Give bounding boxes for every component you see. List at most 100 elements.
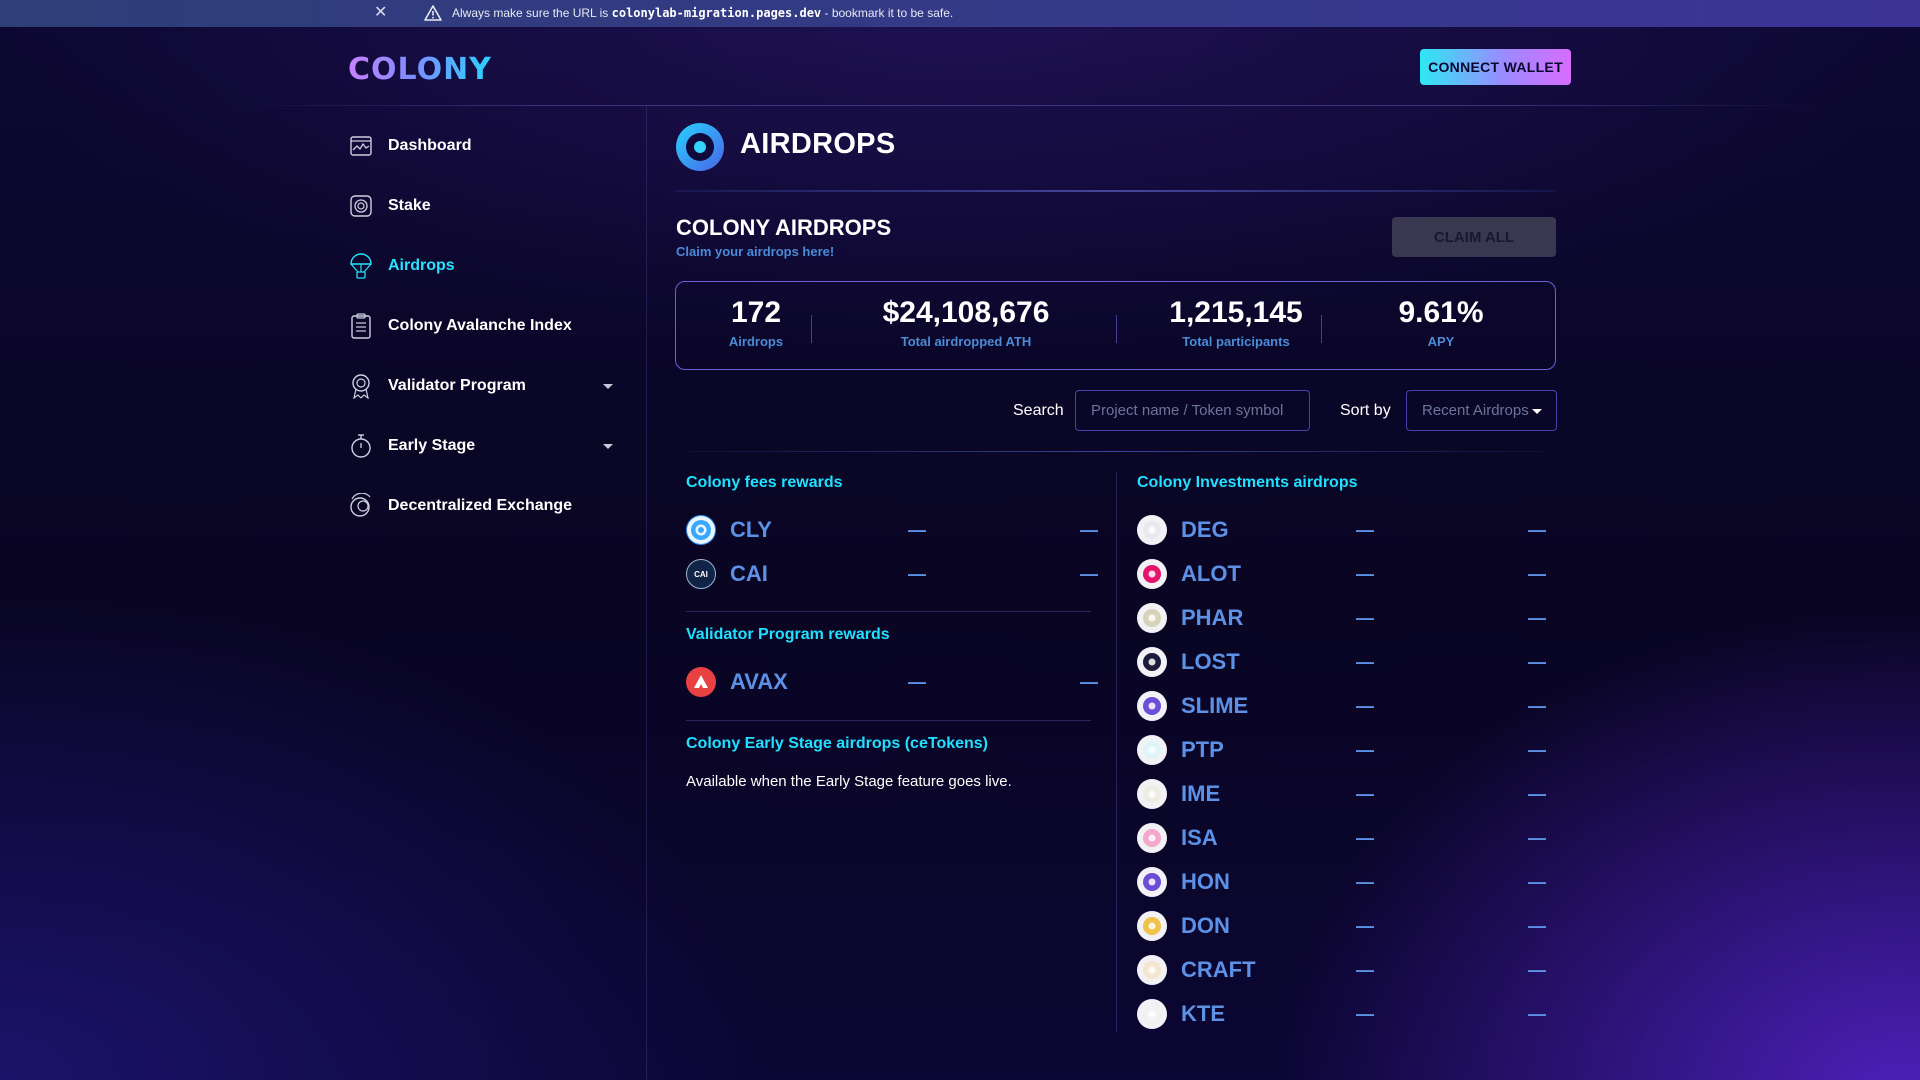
kte-token-icon bbox=[1137, 999, 1167, 1029]
token-value: — bbox=[1356, 519, 1374, 540]
stat-separator bbox=[1116, 315, 1117, 343]
sidebar-item-colony-avalanche-index[interactable]: Colony Avalanche Index bbox=[348, 296, 618, 356]
token-value: — bbox=[1356, 739, 1374, 760]
token-value: — bbox=[1528, 739, 1546, 760]
token-row-cly[interactable]: CLY — — bbox=[686, 512, 1098, 548]
group-title-validator: Validator Program rewards bbox=[686, 626, 890, 643]
claim-all-button[interactable]: CLAIM ALL bbox=[1392, 217, 1556, 257]
sidebar-item-dashboard[interactable]: Dashboard bbox=[348, 116, 618, 176]
token-row-ime[interactable]: IME — — bbox=[1137, 776, 1546, 812]
title-divider bbox=[675, 190, 1555, 192]
stat-value: 172 bbox=[730, 296, 782, 329]
connect-wallet-button[interactable]: CONNECT WALLET bbox=[1420, 49, 1571, 85]
sidebar-item-validator-program[interactable]: Validator Program bbox=[348, 356, 618, 416]
token-row-kte[interactable]: KTE — — bbox=[1137, 996, 1546, 1032]
sort-label: Sort by bbox=[1340, 402, 1391, 419]
list-divider bbox=[686, 451, 1546, 452]
token-symbol: SLIME bbox=[1181, 693, 1249, 718]
token-symbol: PTP bbox=[1181, 737, 1224, 762]
token-value: — bbox=[1528, 959, 1546, 980]
token-row-phar[interactable]: PHAR — — bbox=[1137, 600, 1546, 636]
don-token-icon bbox=[1137, 911, 1167, 941]
stat-separator bbox=[1321, 315, 1322, 343]
stake-icon bbox=[348, 193, 374, 219]
sidebar-item-label: Decentralized Exchange bbox=[388, 497, 573, 514]
airdrops-logo-icon bbox=[676, 123, 724, 171]
token-value: — bbox=[1528, 871, 1546, 892]
token-value: — bbox=[1528, 1003, 1546, 1024]
token-value: — bbox=[1528, 607, 1546, 628]
exchange-icon bbox=[348, 493, 374, 519]
token-symbol: CAI bbox=[730, 561, 768, 586]
token-value: — bbox=[908, 519, 926, 540]
stat-value: 9.61% bbox=[1398, 296, 1484, 329]
sidebar-item-stake[interactable]: Stake bbox=[348, 176, 618, 236]
sidebar-item-early-stage[interactable]: Early Stage bbox=[348, 416, 618, 476]
token-symbol: KTE bbox=[1181, 1001, 1225, 1026]
stat-apy: 9.61% APY bbox=[1366, 296, 1516, 349]
early-stage-note: Available when the Early Stage feature g… bbox=[686, 773, 1012, 790]
sort-select-value: Recent Airdrops bbox=[1422, 402, 1529, 419]
token-row-cai[interactable]: CAI CAI — — bbox=[686, 556, 1098, 592]
token-symbol: HON bbox=[1181, 869, 1230, 894]
deg-token-icon bbox=[1137, 515, 1167, 545]
search-input[interactable] bbox=[1075, 390, 1310, 431]
token-row-craft[interactable]: CRAFT — — bbox=[1137, 952, 1546, 988]
banner-url: colonylab-migration.pages.dev bbox=[611, 6, 822, 20]
token-value: — bbox=[1356, 651, 1374, 672]
token-value: — bbox=[1528, 827, 1546, 848]
warning-icon bbox=[424, 5, 442, 21]
token-value: — bbox=[1528, 563, 1546, 584]
token-value: — bbox=[1356, 827, 1374, 848]
sidebar-item-decentralized-exchange[interactable]: Decentralized Exchange bbox=[348, 476, 618, 536]
token-value: — bbox=[1528, 519, 1546, 540]
token-value: — bbox=[1528, 915, 1546, 936]
sidebar: Dashboard Stake Airdrops Colony Avalanch… bbox=[348, 116, 618, 536]
chevron-down-icon bbox=[1532, 409, 1542, 414]
sidebar-item-label: Early Stage bbox=[388, 437, 476, 454]
stat-label: Airdrops bbox=[728, 334, 784, 349]
colony-logo[interactable]: COLONY bbox=[348, 52, 492, 87]
stopwatch-icon bbox=[348, 433, 374, 459]
token-row-don[interactable]: DON — — bbox=[1137, 908, 1546, 944]
token-symbol: CRAFT bbox=[1181, 957, 1256, 982]
slime-token-icon bbox=[1137, 691, 1167, 721]
banner-prefix: Always make sure the URL is bbox=[452, 6, 609, 20]
close-banner-icon[interactable]: ✕ bbox=[374, 4, 388, 22]
token-symbol: LOST bbox=[1181, 649, 1240, 674]
stat-label: Total participants bbox=[1182, 334, 1290, 349]
column-divider bbox=[1116, 472, 1117, 1032]
sort-select[interactable]: Recent Airdrops bbox=[1406, 390, 1557, 431]
token-row-alot[interactable]: ALOT — — bbox=[1137, 556, 1546, 592]
token-row-slime[interactable]: SLIME — — bbox=[1137, 688, 1546, 724]
sidebar-item-label: Stake bbox=[388, 197, 431, 214]
stats-card: 172 Airdrops $24,108,676 Total airdroppe… bbox=[675, 281, 1556, 370]
token-value: — bbox=[1356, 1003, 1374, 1024]
alot-token-icon bbox=[1137, 559, 1167, 589]
token-row-isa[interactable]: ISA — — bbox=[1137, 820, 1546, 856]
token-row-ptp[interactable]: PTP — — bbox=[1137, 732, 1546, 768]
cai-token-icon: CAI bbox=[686, 559, 716, 589]
token-row-hon[interactable]: HON — — bbox=[1137, 864, 1546, 900]
dashboard-icon bbox=[348, 133, 374, 159]
token-row-lost[interactable]: LOST — — bbox=[1137, 644, 1546, 680]
hon-token-icon bbox=[1137, 867, 1167, 897]
sidebar-divider bbox=[646, 106, 647, 1080]
chevron-down-icon[interactable] bbox=[603, 384, 613, 389]
airdrops-icon bbox=[348, 253, 374, 279]
sidebar-item-airdrops[interactable]: Airdrops bbox=[348, 236, 618, 296]
group-title-investments: Colony Investments airdrops bbox=[1137, 474, 1358, 491]
stat-airdrops: 172 Airdrops bbox=[711, 296, 801, 349]
token-value: — bbox=[1356, 783, 1374, 804]
stat-total-participants: 1,215,145 Total participants bbox=[1136, 296, 1336, 349]
chevron-down-icon[interactable] bbox=[603, 444, 613, 449]
stat-label: APY bbox=[1427, 334, 1455, 349]
avax-token-icon bbox=[686, 667, 716, 697]
token-symbol: DON bbox=[1181, 913, 1230, 938]
token-value: — bbox=[1356, 695, 1374, 716]
group-title-fees: Colony fees rewards bbox=[686, 474, 843, 491]
token-row-deg[interactable]: DEG — — bbox=[1137, 512, 1546, 548]
section-title: COLONY AIRDROPS bbox=[676, 215, 892, 240]
token-row-avax[interactable]: AVAX — — bbox=[686, 664, 1098, 700]
token-value: — bbox=[1528, 651, 1546, 672]
